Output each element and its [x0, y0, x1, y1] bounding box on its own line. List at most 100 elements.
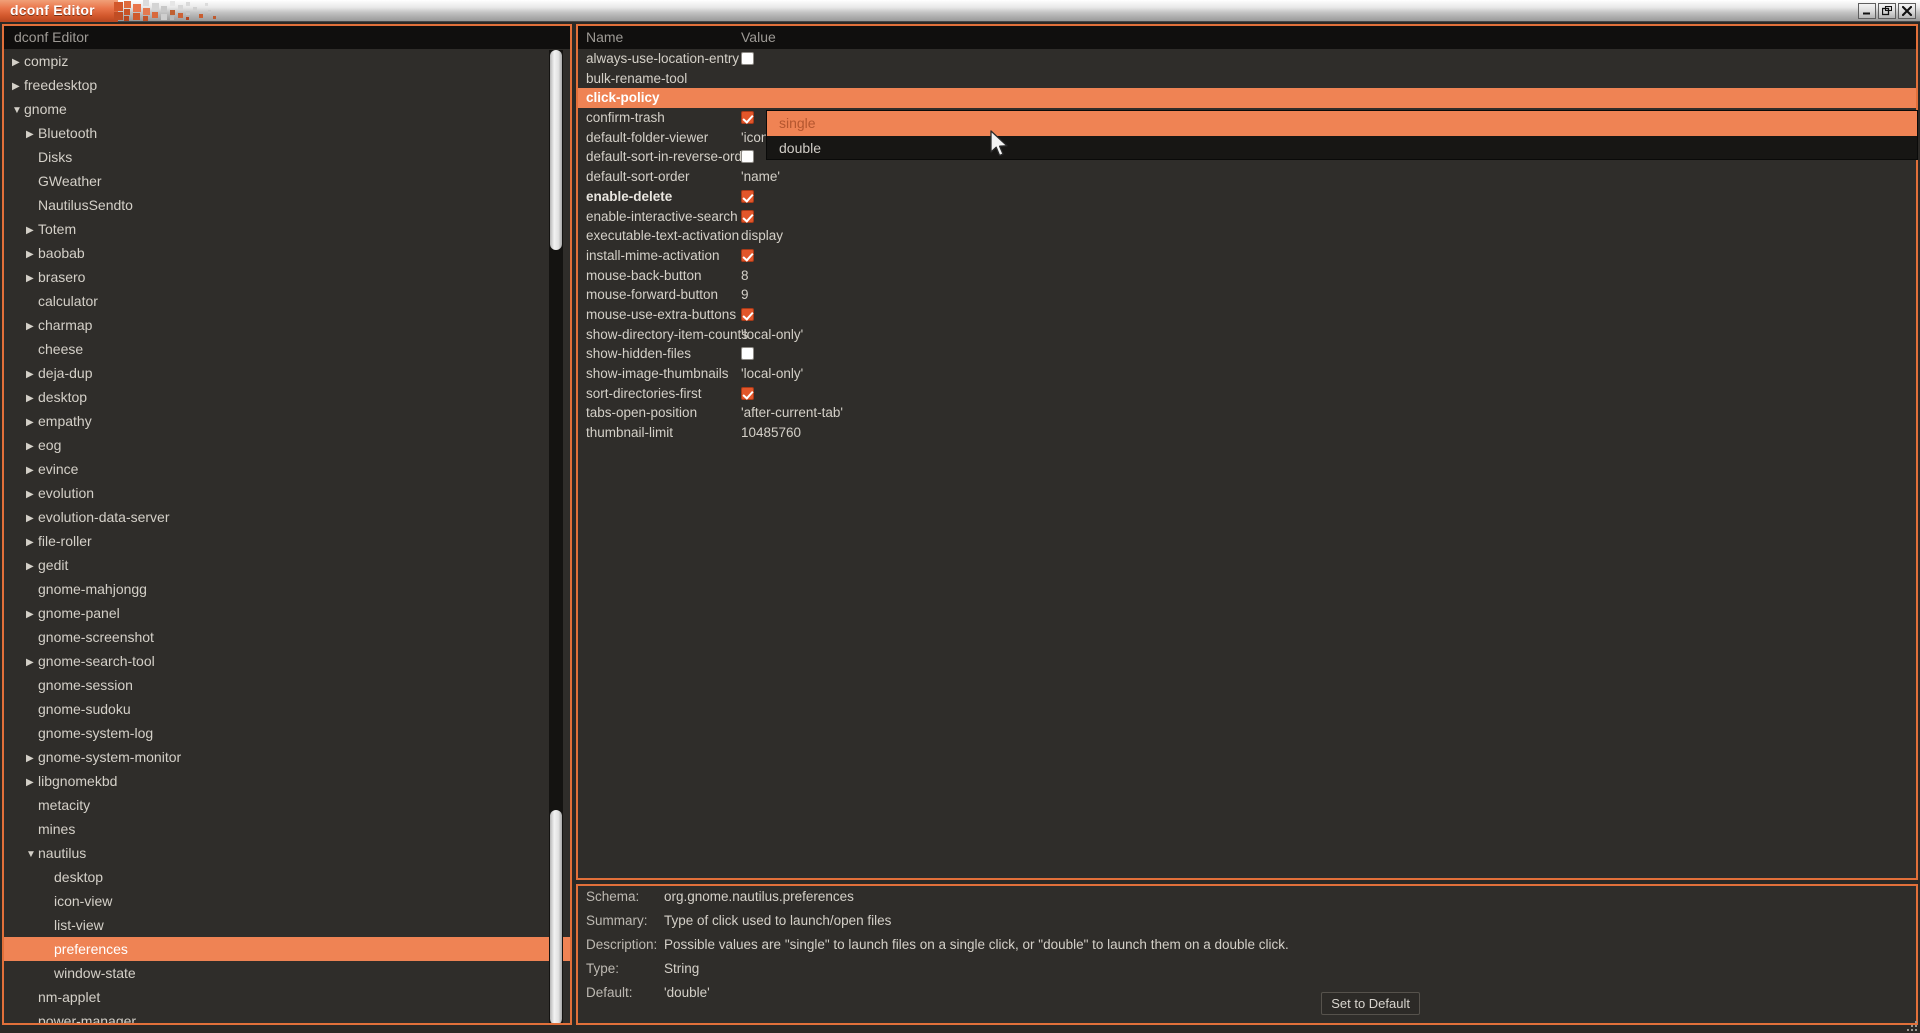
- key-value-checkbox[interactable]: [741, 189, 754, 205]
- tree-item-empathy[interactable]: ▶ empathy: [4, 409, 570, 433]
- tree-item-freedesktop[interactable]: ▶ freedesktop: [4, 73, 570, 97]
- maximize-icon[interactable]: [1878, 3, 1896, 19]
- resize-grip[interactable]: [1903, 1019, 1917, 1031]
- key-value-checkbox[interactable]: [741, 346, 754, 362]
- key-row[interactable]: mouse-back-button 8: [578, 266, 1916, 286]
- tree-item-gnome[interactable]: ▼ gnome: [4, 97, 570, 121]
- key-row[interactable]: show-hidden-files: [578, 344, 1916, 364]
- tree-item-baobab[interactable]: ▶ baobab: [4, 241, 570, 265]
- tree-item-compiz[interactable]: ▶ compiz: [4, 49, 570, 73]
- tree-item-gnome-system-log[interactable]: gnome-system-log: [4, 721, 570, 745]
- key-value-text[interactable]: 10485760: [741, 425, 801, 440]
- tree-item-preferences[interactable]: preferences: [4, 937, 570, 961]
- checkbox-checked-icon[interactable]: [741, 307, 754, 321]
- chevron-right-icon[interactable]: ▶: [26, 651, 38, 675]
- key-row[interactable]: enable-interactive-search: [578, 207, 1916, 227]
- chevron-right-icon[interactable]: ▶: [26, 603, 38, 627]
- key-row[interactable]: click-policy: [578, 88, 1916, 109]
- chevron-right-icon[interactable]: ▶: [26, 771, 38, 795]
- tree-item-bluetooth[interactable]: ▶ Bluetooth: [4, 121, 570, 145]
- key-row[interactable]: mouse-forward-button 9: [578, 285, 1916, 305]
- chevron-right-icon[interactable]: ▶: [26, 219, 38, 243]
- tree-item-deja-dup[interactable]: ▶ deja-dup: [4, 361, 570, 385]
- chevron-right-icon[interactable]: ▶: [12, 75, 24, 99]
- chevron-right-icon[interactable]: ▶: [26, 747, 38, 771]
- key-value-checkbox[interactable]: [741, 209, 754, 225]
- checkbox-unchecked-icon[interactable]: [741, 52, 754, 65]
- checkbox-unchecked-icon[interactable]: [741, 150, 754, 164]
- chevron-right-icon[interactable]: ▶: [26, 363, 38, 387]
- close-icon[interactable]: [1898, 3, 1916, 19]
- chevron-right-icon[interactable]: ▶: [26, 387, 38, 411]
- tree-item-gnome-system-monitor[interactable]: ▶ gnome-system-monitor: [4, 745, 570, 769]
- tree-item-gnome-sudoku[interactable]: gnome-sudoku: [4, 697, 570, 721]
- key-value-checkbox[interactable]: [741, 248, 754, 264]
- key-value-text[interactable]: 'local-only': [741, 366, 803, 381]
- key-list-rows[interactable]: always-use-location-entry bulk-rename-too…: [578, 49, 1916, 443]
- chevron-right-icon[interactable]: ▶: [26, 483, 38, 507]
- key-value-text[interactable]: 'name': [741, 169, 780, 184]
- tree-scrollbar[interactable]: [549, 50, 563, 1023]
- key-row[interactable]: show-directory-item-counts'local-only': [578, 325, 1916, 345]
- tree-item-nautilus[interactable]: ▼ nautilus: [4, 841, 570, 865]
- key-value-checkbox[interactable]: [741, 149, 754, 165]
- checkbox-checked-icon[interactable]: [741, 248, 754, 262]
- chevron-down-icon[interactable]: ▼: [12, 99, 24, 123]
- tree-scrollbar-thumb-lower[interactable]: [550, 810, 562, 1023]
- chevron-right-icon[interactable]: ▶: [26, 459, 38, 483]
- minimize-icon[interactable]: [1858, 3, 1876, 19]
- key-row[interactable]: sort-directories-first: [578, 384, 1916, 404]
- tree-item-file-roller[interactable]: ▶ file-roller: [4, 529, 570, 553]
- tree-item-desktop[interactable]: ▶ desktop: [4, 385, 570, 409]
- tree-item-cheese[interactable]: cheese: [4, 337, 570, 361]
- key-value-text[interactable]: 'local-only': [741, 327, 803, 342]
- chevron-right-icon[interactable]: ▶: [12, 51, 24, 75]
- tree-item-icon-view[interactable]: icon-view: [4, 889, 570, 913]
- key-value-text[interactable]: 8: [741, 268, 749, 283]
- set-to-default-button[interactable]: Set to Default: [1321, 992, 1420, 1015]
- chevron-right-icon[interactable]: ▶: [26, 123, 38, 147]
- key-row[interactable]: tabs-open-position 'after-current-tab': [578, 403, 1916, 423]
- checkbox-checked-icon[interactable]: [741, 189, 754, 203]
- tree-item-list-view[interactable]: list-view: [4, 913, 570, 937]
- tree-item-evolution-data-server[interactable]: ▶ evolution-data-server: [4, 505, 570, 529]
- chevron-right-icon[interactable]: ▶: [26, 243, 38, 267]
- tree-item-gnome-screenshot[interactable]: gnome-screenshot: [4, 625, 570, 649]
- tree-item-libgnomekbd[interactable]: ▶ libgnomekbd: [4, 769, 570, 793]
- chevron-right-icon[interactable]: ▶: [26, 315, 38, 339]
- chevron-right-icon[interactable]: ▶: [26, 531, 38, 555]
- checkbox-unchecked-icon[interactable]: [741, 347, 754, 361]
- tree-item-gnome-session[interactable]: gnome-session: [4, 673, 570, 697]
- checkbox-checked-icon[interactable]: [741, 386, 754, 400]
- click-policy-dropdown[interactable]: single double: [766, 110, 1918, 160]
- chevron-right-icon[interactable]: ▶: [26, 267, 38, 291]
- tree-item-eog[interactable]: ▶ eog: [4, 433, 570, 457]
- tree-item-totem[interactable]: ▶ Totem: [4, 217, 570, 241]
- dropdown-option-single[interactable]: single: [767, 111, 1917, 136]
- key-row[interactable]: bulk-rename-tool: [578, 69, 1916, 89]
- tree-item-metacity[interactable]: metacity: [4, 793, 570, 817]
- tree-item-nautilussendto[interactable]: NautilusSendto: [4, 193, 570, 217]
- chevron-right-icon[interactable]: ▶: [26, 555, 38, 579]
- key-row[interactable]: always-use-location-entry: [578, 49, 1916, 69]
- tree-item-evolution[interactable]: ▶ evolution: [4, 481, 570, 505]
- tree-item-nm-applet[interactable]: nm-applet: [4, 985, 570, 1009]
- checkbox-checked-icon[interactable]: [741, 209, 754, 223]
- key-value-checkbox[interactable]: [741, 307, 754, 323]
- tree-item-window-state[interactable]: window-state: [4, 961, 570, 985]
- checkbox-checked-icon[interactable]: [741, 111, 754, 125]
- key-row[interactable]: show-image-thumbnails 'local-only': [578, 364, 1916, 384]
- tree-item-gedit[interactable]: ▶ gedit: [4, 553, 570, 577]
- key-row[interactable]: install-mime-activation: [578, 246, 1916, 266]
- tree-item-mines[interactable]: mines: [4, 817, 570, 841]
- tree-item-calculator[interactable]: calculator: [4, 289, 570, 313]
- tree-item-gnome-search-tool[interactable]: ▶ gnome-search-tool: [4, 649, 570, 673]
- chevron-right-icon[interactable]: ▶: [26, 507, 38, 531]
- schema-tree-list[interactable]: ▶ compiz ▶ freedesktop ▼ gnome ▶ Bluetooth Disk…: [4, 49, 570, 1023]
- key-value-checkbox[interactable]: [741, 51, 754, 67]
- chevron-right-icon[interactable]: ▶: [26, 435, 38, 459]
- tree-item-gweather[interactable]: GWeather: [4, 169, 570, 193]
- key-value-text[interactable]: 'after-current-tab': [741, 405, 843, 420]
- tree-item-evince[interactable]: ▶ evince: [4, 457, 570, 481]
- key-value-checkbox[interactable]: [741, 386, 754, 402]
